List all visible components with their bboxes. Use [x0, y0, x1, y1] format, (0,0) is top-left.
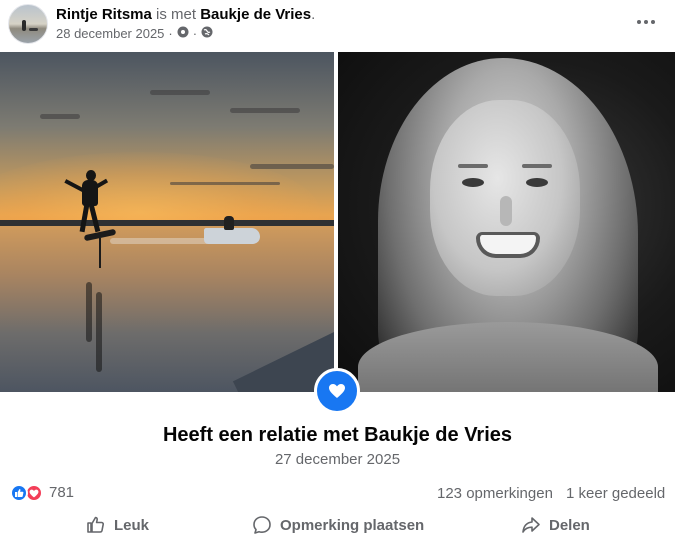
post-meta: 28 december 2025 · ·: [56, 26, 213, 42]
portrait-smile: [476, 232, 540, 258]
meta-separator: ·: [192, 26, 198, 41]
avatar-figure: [22, 20, 26, 31]
tagged-name[interactable]: Baukje de Vries: [200, 6, 311, 23]
share-button[interactable]: Delen: [521, 510, 590, 540]
meta-separator: ·: [168, 26, 173, 41]
globe-icon[interactable]: [201, 26, 213, 42]
shares-count[interactable]: 1 keer gedeeld: [566, 485, 665, 503]
cloud: [150, 90, 210, 95]
like-button[interactable]: Leuk: [86, 510, 149, 540]
more-horizontal-icon[interactable]: [628, 10, 664, 34]
portrait-brow: [522, 164, 552, 168]
post-header: Rintje Ritsma is met Baukje de Vries. 28…: [0, 0, 675, 50]
share-label: Delen: [549, 516, 590, 534]
boat: [204, 228, 260, 244]
avatar[interactable]: [8, 4, 48, 44]
comments-count[interactable]: 123 opmerkingen: [437, 485, 553, 503]
with-connector: is met: [156, 6, 197, 23]
comment-bubble-icon: [253, 516, 271, 534]
portrait-eye: [462, 178, 484, 187]
life-event-date: 27 december 2025: [274, 451, 401, 468]
reaction-count: 781: [49, 484, 75, 501]
post-actions: Leuk Opmerking plaatsen Delen: [0, 510, 675, 540]
portrait-eye: [526, 178, 548, 187]
foil-mast: [99, 238, 101, 268]
more-dot: [644, 20, 648, 24]
period: .: [311, 6, 316, 23]
portrait-face: [430, 100, 580, 296]
more-dot: [651, 20, 655, 24]
gear-icon[interactable]: [177, 26, 189, 42]
boat-driver: [224, 216, 234, 230]
photo-collage: [0, 52, 675, 392]
cloud: [170, 182, 280, 185]
avatar-boat: [29, 28, 38, 31]
author-name[interactable]: Rintje Ritsma: [56, 6, 152, 23]
photo-portrait[interactable]: [338, 52, 675, 392]
comment-button[interactable]: Opmerking plaatsen: [252, 510, 424, 540]
portrait-brow: [458, 164, 488, 168]
portrait-nose: [500, 196, 512, 226]
life-event-title: Heeft een relatie met Baukje de Vries: [162, 424, 513, 446]
like-label: Leuk: [114, 516, 150, 534]
share-arrow-icon: [522, 517, 540, 533]
post-stats: 781 123 opmerkingen 1 keer gedeeld: [0, 482, 675, 504]
reactions-summary[interactable]: 781: [10, 484, 74, 502]
more-dot: [637, 20, 641, 24]
author-line: Rintje Ritsma is met Baukje de Vries.: [56, 6, 315, 24]
photo-sunset-hydrofoil[interactable]: [0, 52, 334, 392]
cloud: [250, 164, 334, 169]
cloud: [40, 114, 80, 119]
reflection: [96, 292, 102, 372]
reflection: [86, 282, 92, 342]
wake: [110, 238, 210, 244]
heart-icon: [314, 368, 360, 414]
thumbs-up-icon: [87, 516, 105, 533]
post-date[interactable]: 28 december 2025: [56, 26, 164, 42]
like-reaction-icon: [10, 484, 28, 502]
comment-label: Opmerking plaatsen: [280, 516, 425, 534]
cloud: [230, 108, 300, 113]
